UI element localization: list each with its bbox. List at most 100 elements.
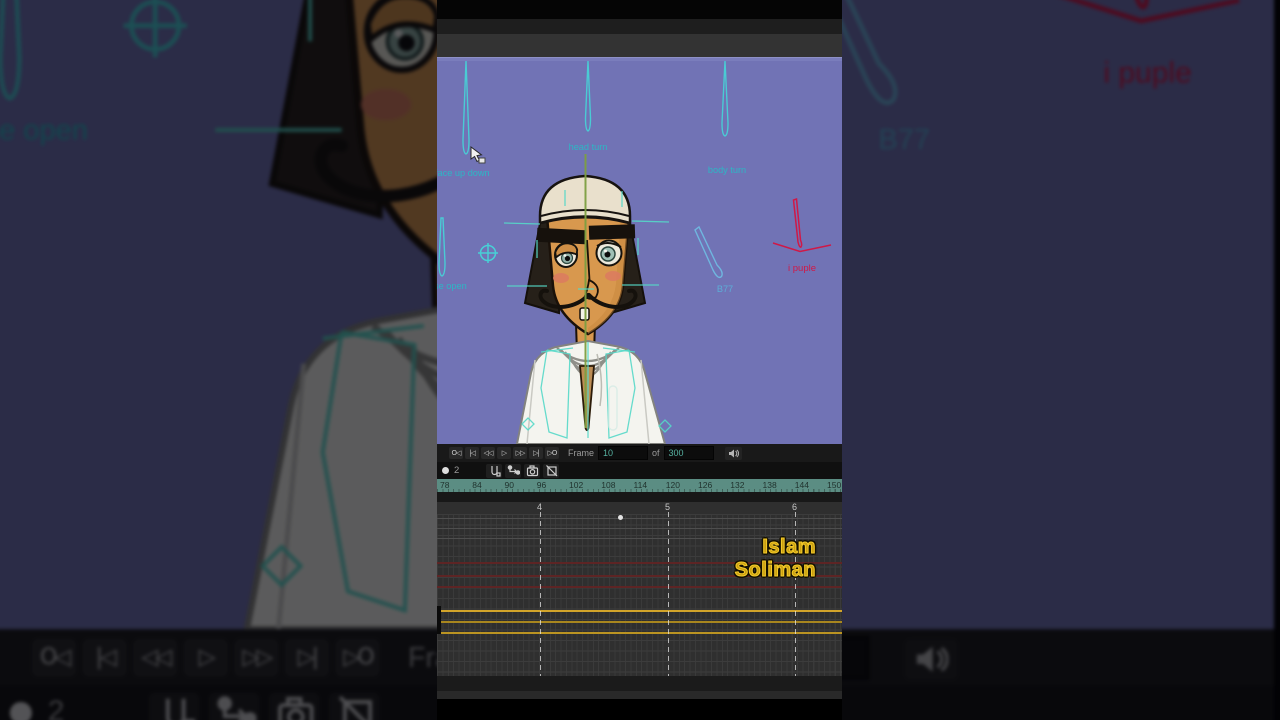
pupil-bone[interactable]	[1121, 0, 1149, 10]
cartoon-character[interactable]	[515, 174, 667, 444]
play-reverse-button[interactable]: O◁	[31, 638, 77, 677]
app-toolbar	[437, 34, 842, 58]
layer-number: 2	[47, 695, 65, 720]
second-marker-line	[540, 512, 541, 676]
onion-skin-button[interactable]	[209, 690, 261, 720]
audio-row-line	[437, 621, 842, 623]
label-b77: B77	[717, 284, 733, 294]
pupil-bone-chevron[interactable]	[1056, 0, 1240, 24]
grid-edge-notch	[437, 606, 441, 634]
onion-skin-icon	[507, 465, 520, 475]
play-button[interactable]: ▷	[497, 447, 511, 459]
status-bar	[437, 691, 842, 699]
second-marker-label: 4	[537, 502, 543, 512]
no-draw-icon	[338, 695, 372, 720]
ruler-tick: 90	[504, 480, 514, 490]
mouth-open-bone[interactable]	[438, 217, 446, 277]
ruler-tick: 84	[472, 480, 482, 490]
jump-end-button[interactable]: ▷|	[529, 447, 543, 459]
frame-label: Frame	[568, 448, 595, 458]
onion-skin-button[interactable]	[505, 463, 522, 478]
label-head-turn: head turn	[569, 142, 608, 152]
ruler-tick-row: 78 84 90 96 102 108 114 120 126 132 138 144 150	[437, 479, 842, 492]
grid-row-line	[437, 518, 842, 519]
label-face-up-down: face up down	[437, 168, 490, 178]
ruler-tick: 120	[665, 480, 680, 490]
video-strip: face up down head turn body turn se open…	[437, 0, 842, 720]
head-turn-bone[interactable]	[584, 60, 592, 132]
transport-bar: O◁ |◁ ◁◁ ▷ ▷▷ ▷| ▷O Frame 10 of 300	[437, 444, 842, 462]
speaker-icon	[915, 645, 947, 671]
keyframe-tool-icon	[165, 698, 195, 720]
b77-bone[interactable]	[694, 225, 723, 279]
label-b77: B77	[878, 124, 930, 156]
ruler-tick: 108	[601, 480, 616, 490]
total-frames-input[interactable]: 300	[663, 446, 714, 460]
grid-row-line	[437, 528, 842, 529]
label-i-puple: i puple	[1103, 56, 1191, 89]
disable-drawing-button[interactable]	[329, 690, 381, 720]
creator-watermark: Islam Soliman	[734, 536, 816, 582]
play-button[interactable]: ▷	[183, 638, 228, 677]
keyframe-tool-button[interactable]	[486, 463, 503, 478]
speaker-icon	[728, 449, 739, 457]
camera-icon	[526, 465, 538, 477]
camera-icon	[277, 696, 313, 720]
render-frame-button[interactable]	[269, 690, 321, 720]
audio-row-line	[437, 610, 842, 612]
play-loop-button[interactable]: ▷O	[545, 447, 559, 459]
mute-button[interactable]	[902, 637, 957, 679]
app-titlebar	[437, 19, 842, 34]
play-reverse-button[interactable]: O◁	[449, 447, 463, 459]
onion-skin-icon	[216, 696, 256, 720]
frame-input[interactable]: 10	[598, 446, 649, 460]
animation-canvas[interactable]: face up down head turn body turn se open…	[437, 58, 842, 444]
origin-crosshair-icon[interactable]	[123, 0, 187, 58]
pupil-bone[interactable]	[792, 197, 803, 248]
body-turn-bone[interactable]	[721, 60, 729, 137]
frame-ruler[interactable]: 78 84 90 96 102 108 114 120 126 132 138 144 150	[437, 479, 842, 492]
mute-button[interactable]	[724, 446, 742, 460]
origin-crosshair-icon[interactable]	[478, 243, 498, 263]
timeline-toolbar: 2	[437, 462, 842, 479]
top-letterbox	[437, 0, 842, 19]
disable-drawing-button[interactable]	[543, 463, 560, 478]
mouse-cursor	[470, 146, 486, 169]
mouth-open-bone[interactable]	[0, 0, 22, 101]
ruler-tick: 102	[569, 480, 584, 490]
keyframe-tool-button[interactable]	[149, 690, 201, 720]
jump-end-button[interactable]: ▷|	[284, 638, 330, 677]
keyframe-tool-icon	[491, 466, 501, 477]
step-forward-button[interactable]: ▷▷	[234, 638, 279, 677]
second-marker-label: 5	[665, 502, 671, 512]
label-i-puple: i puple	[788, 263, 816, 274]
ruler-tick: 96	[536, 480, 547, 490]
ruler-tick: 138	[762, 480, 777, 490]
ruler-tick: 144	[794, 480, 809, 490]
face-up-down-bone[interactable]	[462, 60, 470, 155]
render-frame-button[interactable]	[524, 463, 541, 478]
jump-start-button[interactable]: |◁	[82, 638, 127, 677]
play-loop-button[interactable]: ▷O	[335, 638, 380, 677]
second-marker-label: 6	[792, 502, 798, 512]
ruler-tick: 78	[440, 480, 450, 490]
screenshot-stage: face up down head turn body turn se open…	[0, 0, 1280, 720]
label-body-turn: body turn	[708, 165, 746, 175]
step-back-button[interactable]: ◁◁	[481, 447, 495, 459]
bottom-letterbox	[437, 699, 842, 720]
label-se-open: se open	[437, 281, 467, 291]
step-back-button[interactable]: ◁◁	[133, 638, 178, 677]
watermark-line: Soliman	[734, 559, 816, 582]
of-label: of	[652, 448, 660, 458]
watermark-line: Islam	[762, 536, 816, 559]
label-se-open: se open	[0, 114, 88, 146]
timeline-footer	[437, 676, 842, 691]
ruler-gap	[437, 492, 842, 502]
ruler-tick: 114	[633, 480, 648, 490]
keyframe-dot[interactable]	[618, 515, 623, 520]
layer-number: 2	[454, 465, 460, 476]
timeline-grid[interactable]: 4 5 6	[437, 502, 842, 676]
jump-start-button[interactable]: |◁	[465, 447, 479, 459]
step-forward-button[interactable]: ▷▷	[513, 447, 527, 459]
warning-row-line	[437, 586, 842, 588]
